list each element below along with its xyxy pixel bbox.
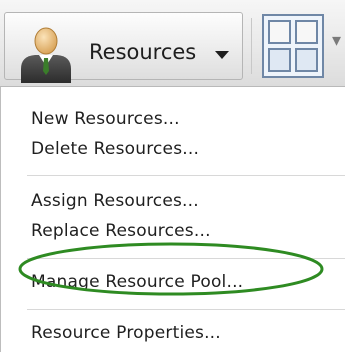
menu-item-delete-resources[interactable]: Delete Resources... <box>31 139 199 159</box>
menu-item-resource-properties[interactable]: Resource Properties... <box>31 323 221 343</box>
toolbar-separator <box>251 18 252 74</box>
window-layout-icon[interactable] <box>262 14 324 78</box>
toolbar: Resources ▾ <box>0 0 345 87</box>
menu-separator <box>27 175 345 176</box>
menu-item-assign-resources[interactable]: Assign Resources... <box>31 191 199 211</box>
menu-separator <box>27 309 345 310</box>
person-icon <box>21 27 71 83</box>
resources-menu: New Resources... Delete Resources... Ass… <box>0 87 345 352</box>
resources-label: Resources <box>89 40 197 64</box>
menu-item-replace-resources[interactable]: Replace Resources... <box>31 221 211 241</box>
more-dropdown-icon[interactable]: ▾ <box>332 30 341 51</box>
caret-down-icon <box>215 51 229 59</box>
menu-item-new-resources[interactable]: New Resources... <box>31 109 180 129</box>
menu-item-manage-resource-pool[interactable]: Manage Resource Pool... <box>31 272 243 292</box>
resources-dropdown-button[interactable]: Resources <box>4 12 243 83</box>
screen: Resources ▾ New Resources... Delete Reso… <box>0 0 345 352</box>
menu-separator <box>27 258 345 259</box>
